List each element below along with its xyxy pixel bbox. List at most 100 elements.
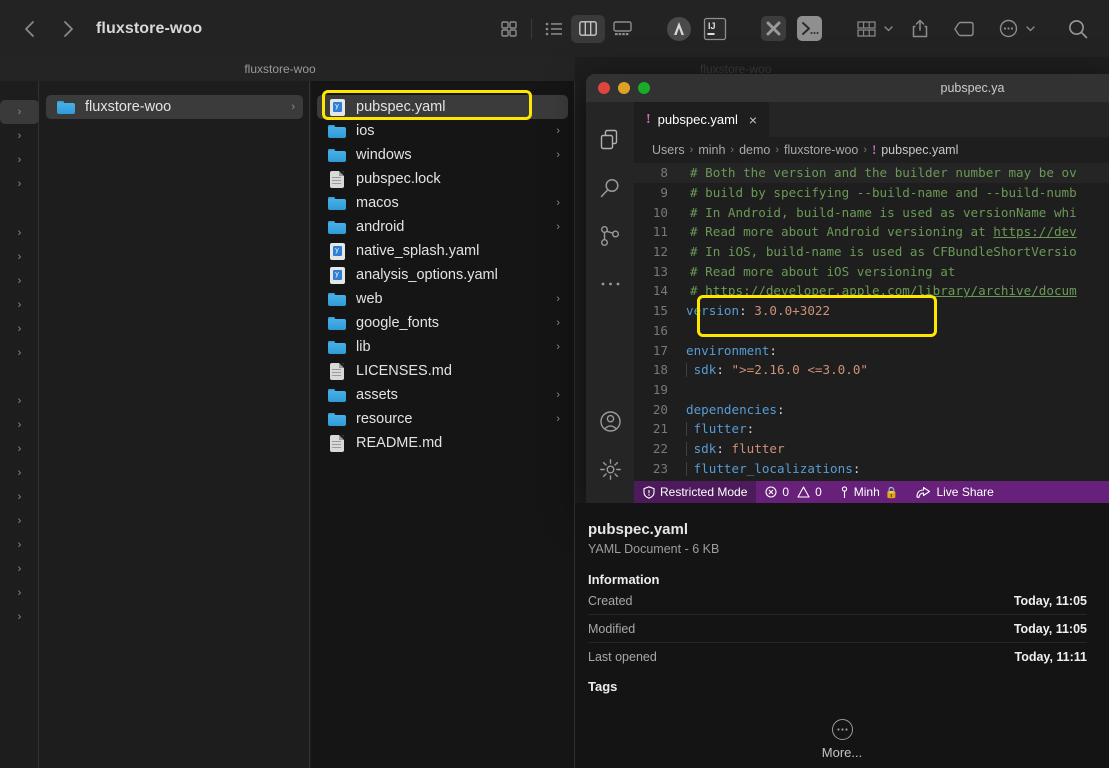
group-by-chevron-down-icon[interactable] xyxy=(884,24,893,34)
folder-icon xyxy=(327,146,347,164)
file-row[interactable]: › xyxy=(0,437,39,461)
breadcrumb-item[interactable]: fluxstore-woo xyxy=(784,143,858,157)
folder-icon xyxy=(327,386,347,404)
app-vscode-icon[interactable] xyxy=(758,14,788,44)
code-text: # https://developer.apple.com/library/ar… xyxy=(682,283,1077,298)
file-row[interactable]: y analysis_options.yaml xyxy=(317,263,568,287)
breadcrumb-item[interactable]: demo xyxy=(739,143,770,157)
file-row[interactable]: › xyxy=(0,605,39,629)
file-row[interactable]: › xyxy=(0,317,39,341)
file-row[interactable]: ios › xyxy=(317,119,568,143)
file-row[interactable]: › xyxy=(0,148,39,172)
more-circle-icon[interactable] xyxy=(831,719,853,740)
file-row[interactable]: google_fonts › xyxy=(317,311,568,335)
file-row[interactable]: › xyxy=(0,221,39,245)
info-row-value: Today, 11:11 xyxy=(1014,650,1088,664)
app-intellij-idea-icon[interactable]: IJ xyxy=(700,14,730,44)
info-row-value: Today, 11:05 xyxy=(1013,621,1087,636)
file-row[interactable]: y pubspec.yaml xyxy=(317,95,568,119)
code-token: : xyxy=(716,362,732,378)
file-row[interactable]: resource › xyxy=(317,407,568,431)
status-problems[interactable]: 0 0 xyxy=(756,481,830,503)
share-icon[interactable] xyxy=(903,15,937,43)
file-row[interactable]: › xyxy=(0,269,39,293)
status-restricted-mode[interactable]: Restricted Mode xyxy=(634,481,757,503)
file-row[interactable]: › xyxy=(0,461,39,485)
file-row[interactable]: lib › xyxy=(317,335,568,359)
file-row[interactable]: assets › xyxy=(317,383,568,407)
breadcrumb-item[interactable]: pubspec.yaml xyxy=(881,143,958,157)
search-icon[interactable] xyxy=(1061,15,1095,43)
source-control-icon[interactable] xyxy=(586,212,634,260)
file-row[interactable]: android › xyxy=(317,215,568,239)
status-live-share[interactable]: Live Share xyxy=(907,481,1002,503)
finder-column-zero[interactable]: › › › › › › › › › › › › › › › › › › › › xyxy=(0,81,39,768)
code-editor[interactable]: 8 # Both the version and the builder numb… xyxy=(634,163,1109,481)
file-row[interactable]: README.md xyxy=(317,431,568,455)
group-by-icon[interactable] xyxy=(849,15,883,43)
file-row[interactable]: macos › xyxy=(317,191,568,215)
file-row[interactable]: › xyxy=(0,389,39,413)
file-row[interactable]: web › xyxy=(317,287,568,311)
file-row[interactable]: › xyxy=(0,245,39,269)
file-row[interactable]: LICENSES.md xyxy=(317,359,568,383)
file-name: ios xyxy=(356,123,375,139)
file-row[interactable]: › xyxy=(0,413,39,437)
file-row[interactable]: fluxstore-woo › xyxy=(46,95,303,119)
file-row[interactable]: › xyxy=(0,341,39,365)
icon-view-column[interactable] xyxy=(571,14,605,43)
breadcrumb-item[interactable]: minh xyxy=(698,143,725,157)
file-row[interactable]: › xyxy=(0,485,39,509)
close-icon[interactable]: × xyxy=(749,112,757,128)
more-section[interactable]: More... xyxy=(575,719,1109,760)
file-row[interactable]: › xyxy=(0,293,39,317)
tag-icon[interactable] xyxy=(947,15,981,43)
chevron-right-icon: › xyxy=(17,515,22,527)
file-row[interactable]: › xyxy=(0,557,39,581)
document-icon xyxy=(327,434,347,452)
folder-icon xyxy=(56,98,76,116)
chevron-right-icon: › xyxy=(17,323,22,335)
explorer-icon[interactable] xyxy=(586,116,634,164)
file-row[interactable]: › xyxy=(0,509,39,533)
close-window-button[interactable] xyxy=(598,82,610,94)
maximize-window-button[interactable] xyxy=(638,82,650,94)
app-terminal-icon[interactable] xyxy=(794,14,824,44)
settings-gear-icon[interactable] xyxy=(586,445,634,493)
navigation-arrows xyxy=(18,17,80,41)
info-row: Modified Today, 11:05 xyxy=(588,615,1087,643)
file-row[interactable]: pubspec.lock xyxy=(317,167,568,191)
file-row[interactable]: › xyxy=(0,172,39,196)
more-icon[interactable] xyxy=(586,260,634,308)
code-token: flutter_localizations xyxy=(686,460,853,476)
info-file-name: pubspec.yaml xyxy=(588,521,689,538)
code-text: # Both the version and the builder numbe… xyxy=(682,165,1077,180)
more-chevron-down-icon[interactable] xyxy=(1026,24,1035,34)
breadcrumb: Users › minh › demo › fluxstore-woo ›! pubspec.y… xyxy=(634,137,1109,163)
file-row[interactable]: › xyxy=(0,533,39,557)
code-token: 3.0.0+3022 xyxy=(754,303,831,319)
app-android-studio-icon[interactable] xyxy=(664,14,694,44)
icon-view-gallery[interactable] xyxy=(605,15,639,43)
file-row[interactable]: › xyxy=(0,581,39,605)
code-line: 11 # Read more about Android versioning a… xyxy=(634,222,1109,242)
minimize-window-button[interactable] xyxy=(618,82,630,94)
search-icon[interactable] xyxy=(586,164,634,212)
account-icon[interactable] xyxy=(586,397,634,445)
chevron-right-icon: › xyxy=(17,227,22,239)
vscode-main: ! pubspec.yaml × Users › minh › demo › fluxsto… xyxy=(634,102,1109,503)
person-icon xyxy=(841,485,847,498)
status-account[interactable]: Minh 🔒 xyxy=(831,481,908,503)
tab-pubspec-yaml[interactable]: ! pubspec.yaml × xyxy=(634,102,770,137)
more-icon[interactable] xyxy=(991,15,1025,43)
back-arrow-icon[interactable] xyxy=(18,17,42,41)
icon-view-list[interactable] xyxy=(537,15,571,43)
forward-arrow-icon[interactable] xyxy=(56,17,80,41)
file-row[interactable]: › xyxy=(0,100,39,124)
file-row[interactable]: › xyxy=(0,124,39,148)
breadcrumb-item[interactable]: Users xyxy=(652,143,685,157)
icon-view-grid[interactable] xyxy=(492,15,526,43)
file-row[interactable]: windows › xyxy=(317,143,568,167)
file-row[interactable]: y native_splash.yaml xyxy=(317,239,568,263)
code-token: https://developer.apple.com/library/arch… xyxy=(705,283,1077,299)
